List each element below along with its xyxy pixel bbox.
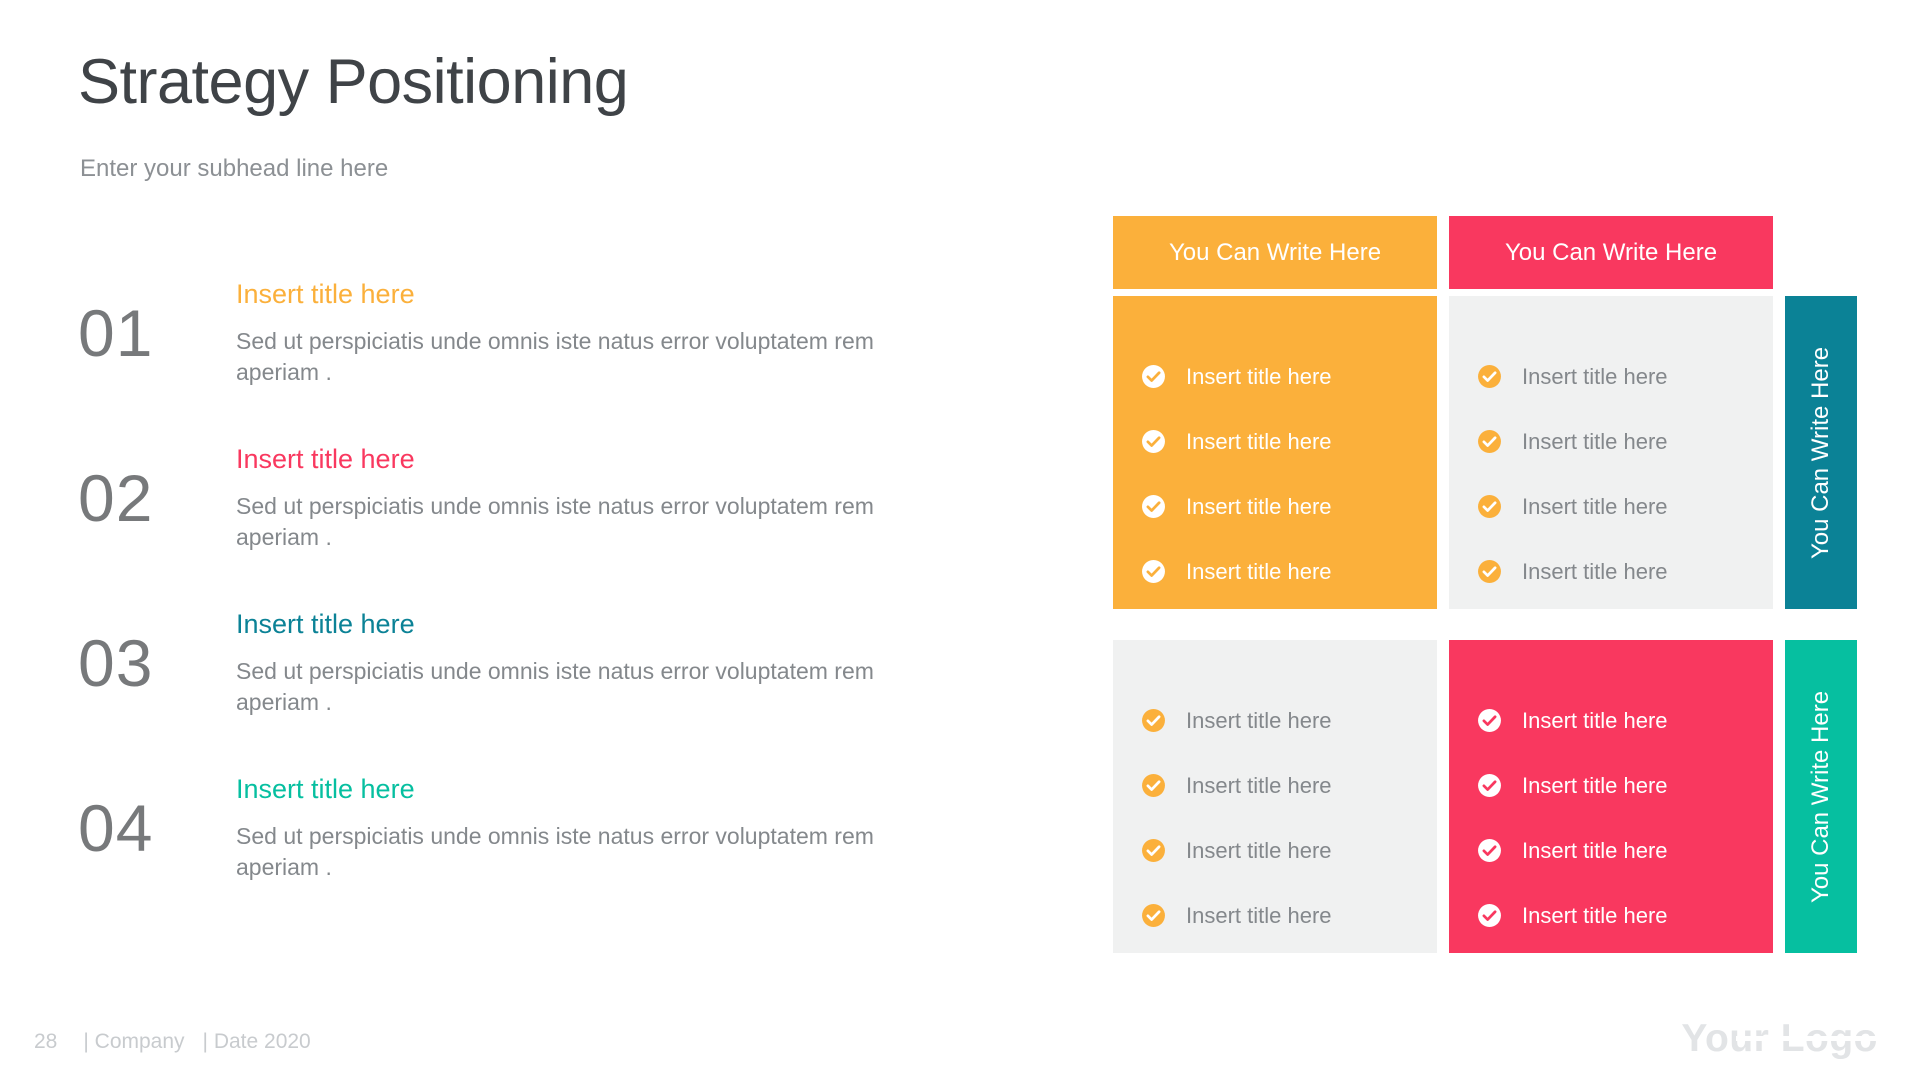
matrix-cell-r1c1: Insert title here Insert title here Insert…: [1449, 640, 1773, 953]
check-circle-icon: [1142, 774, 1165, 797]
step-body: Insert title here Sed ut perspiciatis un…: [236, 278, 956, 388]
matrix-list-item-label: Insert title here: [1186, 493, 1332, 519]
footer-date: | Date 2020: [202, 1030, 311, 1053]
matrix-list-item: Insert title here: [1141, 409, 1437, 474]
footer-company: | Company: [83, 1030, 185, 1053]
step-title: Insert title here: [236, 774, 415, 804]
matrix-cell-r0c0: Insert title here Insert title here Insert…: [1113, 296, 1437, 609]
matrix-list-item: Insert title here: [1477, 818, 1773, 883]
matrix-cell-r0c1: Insert title here Insert title here Insert…: [1449, 296, 1773, 609]
list-item: 01 Insert title here Sed ut perspiciatis…: [78, 278, 958, 443]
list-item: 04 Insert title here Sed ut perspiciatis…: [78, 773, 958, 938]
footer-page-number: 28: [34, 1030, 58, 1053]
matrix-row-label-text: You Can Write Here: [1807, 690, 1834, 903]
check-circle-icon: [1478, 495, 1501, 518]
matrix-list-item-label: Insert title here: [1522, 363, 1668, 389]
check-circle-icon: [1142, 709, 1165, 732]
matrix-list-item-label: Insert title here: [1522, 428, 1668, 454]
check-circle-icon: [1478, 774, 1501, 797]
check-circle-icon: [1478, 365, 1501, 388]
matrix-list-item-label: Insert title here: [1522, 837, 1668, 863]
matrix-list-item: Insert title here: [1141, 883, 1437, 948]
matrix-list-item: Insert title here: [1477, 474, 1773, 539]
check-circle-icon: [1478, 560, 1501, 583]
matrix-list-item: Insert title here: [1477, 344, 1773, 409]
matrix-list-item-label: Insert title here: [1186, 902, 1332, 928]
check-circle-icon: [1142, 904, 1165, 927]
matrix-column-header-1: You Can Write Here: [1449, 216, 1773, 289]
step-title: Insert title here: [236, 279, 415, 309]
matrix-list-item: Insert title here: [1141, 753, 1437, 818]
step-description: Sed ut perspiciatis unde omnis iste natu…: [236, 328, 874, 385]
step-number: 01: [78, 296, 154, 370]
matrix-list-item-label: Insert title here: [1522, 902, 1668, 928]
matrix-list-item-label: Insert title here: [1522, 558, 1668, 584]
matrix-list-item: Insert title here: [1141, 344, 1437, 409]
step-body: Insert title here Sed ut perspiciatis un…: [236, 443, 956, 553]
matrix-row-label-0: You Can Write Here: [1785, 296, 1857, 609]
step-body: Insert title here Sed ut perspiciatis un…: [236, 608, 956, 718]
step-description: Sed ut perspiciatis unde omnis iste natu…: [236, 823, 874, 880]
matrix-list-item-label: Insert title here: [1522, 493, 1668, 519]
matrix-list-item: Insert title here: [1477, 688, 1773, 753]
step-number: 02: [78, 461, 154, 535]
matrix-list-item-label: Insert title here: [1186, 772, 1332, 798]
logo-strike-decoration: [1736, 1036, 1876, 1041]
matrix-list-item: Insert title here: [1477, 753, 1773, 818]
matrix-cell-r1c0: Insert title here Insert title here Insert…: [1113, 640, 1437, 953]
matrix-list-item-label: Insert title here: [1186, 837, 1332, 863]
matrix-list-item: Insert title here: [1141, 474, 1437, 539]
matrix-column-header-0: You Can Write Here: [1113, 216, 1437, 289]
matrix-list-item: Insert title here: [1141, 688, 1437, 753]
step-description: Sed ut perspiciatis unde omnis iste natu…: [236, 658, 874, 715]
check-circle-icon: [1142, 560, 1165, 583]
matrix-list-item-label: Insert title here: [1186, 558, 1332, 584]
page-title: Strategy Positioning: [78, 47, 629, 117]
step-description: Sed ut perspiciatis unde omnis iste natu…: [236, 493, 874, 550]
check-circle-icon: [1142, 839, 1165, 862]
matrix-list-item: Insert title here: [1477, 539, 1773, 604]
matrix-row-label-text: You Can Write Here: [1807, 346, 1834, 559]
check-circle-icon: [1478, 839, 1501, 862]
step-number: 04: [78, 791, 154, 865]
matrix-list-item-label: Insert title here: [1186, 363, 1332, 389]
step-title: Insert title here: [236, 444, 415, 474]
slide: Strategy Positioning Enter your subhead …: [0, 0, 1920, 1080]
check-circle-icon: [1142, 430, 1165, 453]
matrix-list-item: Insert title here: [1477, 409, 1773, 474]
check-circle-icon: [1478, 430, 1501, 453]
footer: 28 | Company | Date 2020: [34, 1030, 311, 1054]
matrix-list-item-label: Insert title here: [1522, 707, 1668, 733]
check-circle-icon: [1478, 904, 1501, 927]
matrix-list-item-label: Insert title here: [1186, 707, 1332, 733]
matrix-list-item: Insert title here: [1141, 818, 1437, 883]
steps-list: 01 Insert title here Sed ut perspiciatis…: [78, 278, 958, 938]
check-circle-icon: [1478, 709, 1501, 732]
step-title: Insert title here: [236, 609, 415, 639]
matrix-list-item: Insert title here: [1141, 539, 1437, 604]
step-body: Insert title here Sed ut perspiciatis un…: [236, 773, 956, 883]
matrix-list-item-label: Insert title here: [1522, 772, 1668, 798]
list-item: 03 Insert title here Sed ut perspiciatis…: [78, 608, 958, 773]
matrix-row-label-1: You Can Write Here: [1785, 640, 1857, 953]
page-subhead: Enter your subhead line here: [80, 155, 389, 182]
check-circle-icon: [1142, 495, 1165, 518]
check-circle-icon: [1142, 365, 1165, 388]
matrix-list-item-label: Insert title here: [1186, 428, 1332, 454]
step-number: 03: [78, 626, 154, 700]
matrix-list-item: Insert title here: [1477, 883, 1773, 948]
list-item: 02 Insert title here Sed ut perspiciatis…: [78, 443, 958, 608]
